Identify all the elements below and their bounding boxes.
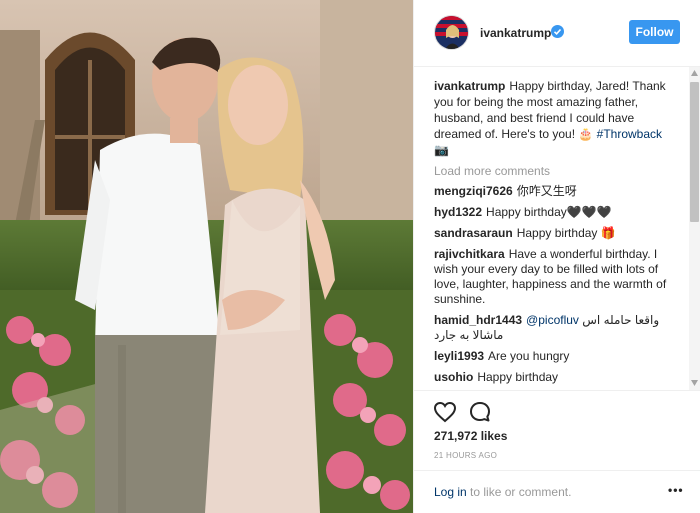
post-header: ivankatrump Follow [414, 0, 700, 67]
comment-username[interactable]: rajivchitkara [434, 247, 505, 261]
heart-icon[interactable] [433, 400, 457, 424]
post-footer: Log in to like or comment. ••• [414, 470, 700, 513]
follow-button[interactable]: Follow [629, 20, 680, 44]
post-caption: ivankatrump Happy birthday, Jared! Thank … [434, 78, 681, 158]
comment-item: leyli1993 Are you hungry [434, 349, 681, 364]
comments-list[interactable]: ivankatrump Happy birthday, Jared! Thank … [414, 67, 700, 390]
header-username[interactable]: ivankatrump [480, 26, 551, 40]
comment-username[interactable]: sandrasaraun [434, 226, 513, 240]
caption-username[interactable]: ivankatrump [434, 79, 505, 93]
comment-username[interactable]: leyli1993 [434, 349, 484, 363]
login-suffix: to like or comment. [466, 485, 572, 499]
comment-text: Happy birthday 🎁 [516, 226, 616, 240]
comment-item: usohio Happy birthday [434, 370, 681, 385]
photo-illustration [0, 0, 413, 513]
scroll-down-arrow-icon[interactable] [691, 380, 698, 386]
comment-icon[interactable] [468, 400, 492, 424]
caption-hashtag[interactable]: #Throwback [597, 127, 662, 141]
comment-username[interactable]: hamid_hdr1443 [434, 313, 522, 327]
caption-camera-emoji: 📷 [434, 143, 449, 157]
scroll-up-arrow-icon[interactable] [691, 70, 698, 76]
comment-item: mengziqi7626 你咋又生呀 [434, 184, 681, 199]
comment-mention[interactable]: @picofluv [526, 313, 579, 327]
comment-text: Happy birthday🖤🖤🖤 [486, 205, 612, 219]
post-actions: 271,972 likes 21 HOURS AGO [414, 390, 700, 470]
comment-username[interactable]: mengziqi7626 [434, 184, 513, 198]
verified-badge-icon [551, 25, 564, 38]
post-timestamp[interactable]: 21 HOURS AGO [434, 451, 497, 460]
likes-count[interactable]: 271,972 likes [434, 429, 507, 443]
comment-text: Are you hungry [488, 349, 570, 363]
user-avatar[interactable] [434, 15, 469, 50]
login-link[interactable]: Log in [434, 485, 467, 499]
load-more-comments-link[interactable]: Load more comments [434, 164, 681, 178]
comment-item: sandrasaraun Happy birthday 🎁 [434, 226, 681, 241]
comment-item: rajivchitkara Have a wonderful birthday. … [434, 247, 681, 307]
instagram-post: ivankatrump Follow ivankatrump Happy birt… [0, 0, 700, 513]
post-photo[interactable] [0, 0, 413, 513]
comment-item: hyd1322 Happy birthday🖤🖤🖤 [434, 205, 681, 220]
comment-username[interactable]: hyd1322 [434, 205, 482, 219]
comment-text: 你咋又生呀 [516, 184, 577, 198]
post-sidebar: ivankatrump Follow ivankatrump Happy birt… [413, 0, 700, 513]
comment-text: Happy birthday [477, 370, 559, 384]
more-options-icon[interactable]: ••• [668, 483, 684, 497]
comment-username[interactable]: usohio [434, 370, 473, 384]
scrollbar-thumb[interactable] [690, 82, 699, 222]
comment-item: hamid_hdr1443 @picofluv واقعا حامله اس ما… [434, 313, 681, 343]
login-prompt: Log in to like or comment. [434, 485, 571, 499]
